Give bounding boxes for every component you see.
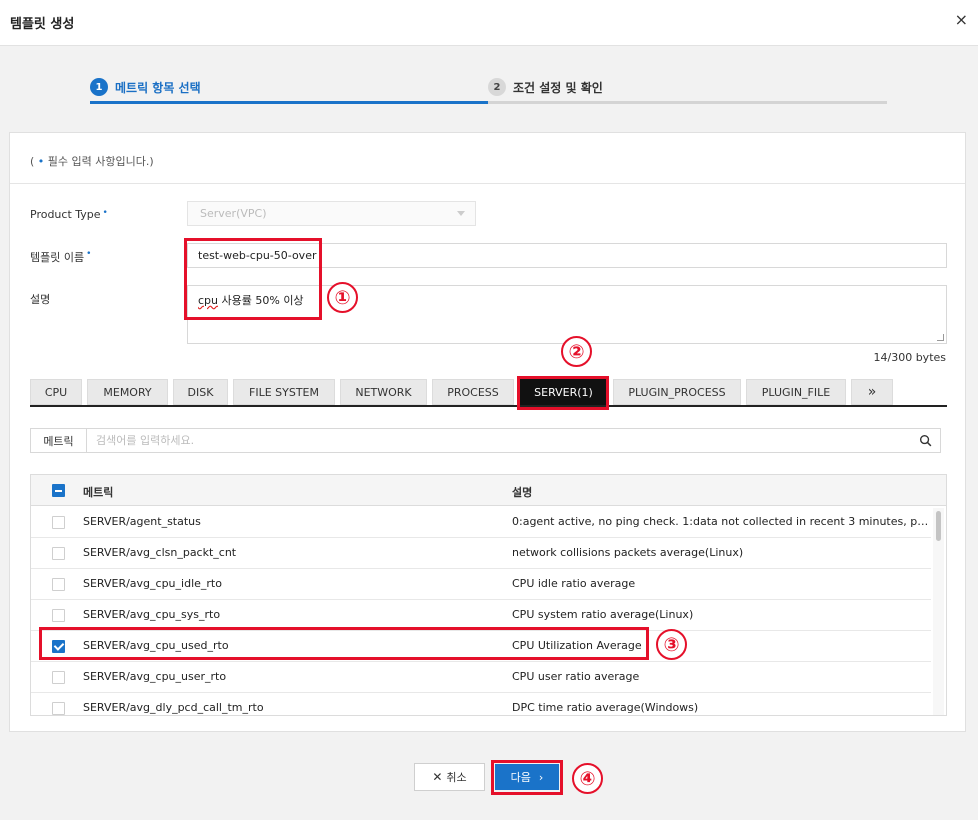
- template-name-label-text: 템플릿 이름: [30, 251, 85, 264]
- column-header-description: 설명: [512, 486, 533, 499]
- metric-name: SERVER/avg_cpu_used_rto: [83, 639, 229, 652]
- step-2-label: 조건 설정 및 확인: [513, 80, 603, 95]
- step-progress-inactive: [488, 101, 887, 104]
- metric-name: SERVER/avg_cpu_user_rto: [83, 670, 227, 683]
- required-dot-icon: •: [102, 208, 108, 218]
- template-name-input[interactable]: [187, 243, 947, 268]
- product-type-value: Server(VPC): [200, 207, 267, 220]
- required-note-text: 필수 입력 사항입니다.): [44, 155, 154, 168]
- search-icon[interactable]: [919, 434, 932, 447]
- metric-description: CPU idle ratio average: [512, 577, 636, 590]
- row-checkbox[interactable]: [52, 578, 65, 591]
- step-1-label: 메트릭 항목 선택: [115, 80, 201, 95]
- next-button[interactable]: 다음 ›: [495, 764, 559, 790]
- step-2: 2 조건 설정 및 확인: [488, 74, 603, 100]
- tab-disk[interactable]: DISK: [173, 379, 228, 405]
- step-1: 1 메트릭 항목 선택: [90, 74, 201, 100]
- tab-network[interactable]: NETWORK: [340, 379, 427, 405]
- metric-name: SERVER/avg_cpu_sys_rto: [83, 608, 221, 621]
- row-checkbox[interactable]: [52, 609, 65, 622]
- table-row[interactable]: SERVER/avg_clsn_packt_cnt network collis…: [31, 538, 931, 569]
- required-note: ( • 필수 입력 사항입니다.): [30, 153, 154, 169]
- step-progress-active: [90, 101, 488, 104]
- byte-counter: 14/300 bytes: [873, 351, 947, 364]
- step-1-number: 1: [90, 78, 108, 96]
- tab-server[interactable]: SERVER(1): [520, 379, 607, 405]
- resize-handle-icon[interactable]: [937, 334, 944, 341]
- product-type-label-text: Product Type: [30, 208, 101, 221]
- tab-plugin-file[interactable]: PLUGIN_FILE: [746, 379, 846, 405]
- annotation-4: ④: [572, 763, 603, 794]
- table-row[interactable]: SERVER/avg_cpu_user_rto CPU user ratio a…: [31, 662, 931, 693]
- divider: [10, 183, 965, 184]
- tab-more-icon[interactable]: »: [851, 379, 893, 405]
- template-name-label: 템플릿 이름 •: [30, 249, 91, 265]
- metric-description: DPC time ratio average(Windows): [512, 701, 699, 714]
- step-indicator: 1 메트릭 항목 선택 2 조건 설정 및 확인: [90, 74, 887, 104]
- dialog-header: 템플릿 생성 ×: [0, 0, 978, 46]
- table-scrollbar[interactable]: [933, 508, 944, 715]
- dialog-title: 템플릿 생성: [10, 17, 75, 32]
- search-input[interactable]: [88, 429, 908, 452]
- tab-cpu[interactable]: CPU: [30, 379, 82, 405]
- metric-category-tabs: CPU MEMORY DISK FILE SYSTEM NETWORK PROC…: [30, 379, 947, 407]
- metric-name: SERVER/agent_status: [83, 515, 201, 528]
- metric-search: 메트릭: [30, 428, 941, 453]
- required-dot-icon: •: [86, 249, 92, 259]
- table-row[interactable]: SERVER/avg_cpu_idle_rto CPU idle ratio a…: [31, 569, 931, 600]
- close-icon: ✕: [432, 770, 443, 784]
- chevron-right-icon: ›: [538, 770, 544, 784]
- annotation-1: ①: [327, 282, 358, 313]
- annotation-3: ③: [656, 629, 687, 660]
- metric-description: CPU user ratio average: [512, 670, 640, 683]
- cancel-label: 취소: [446, 771, 467, 784]
- search-prefix-label: 메트릭: [31, 429, 87, 452]
- cancel-button[interactable]: ✕ 취소: [414, 763, 485, 791]
- row-checkbox[interactable]: [52, 702, 65, 715]
- description-text: 사용률 50% 이상: [218, 294, 304, 307]
- row-checkbox-checked[interactable]: [52, 640, 65, 653]
- chevron-down-icon: [457, 211, 465, 216]
- scroll-thumb[interactable]: [936, 511, 941, 541]
- row-checkbox[interactable]: [52, 671, 65, 684]
- form-panel: ( • 필수 입력 사항입니다.) Product Type • Server(V…: [9, 132, 966, 732]
- next-label: 다음: [510, 771, 531, 784]
- row-checkbox[interactable]: [52, 547, 65, 560]
- tab-file-system[interactable]: FILE SYSTEM: [233, 379, 335, 405]
- description-textarea[interactable]: cpu 사용률 50% 이상: [187, 285, 947, 344]
- metric-description: network collisions packets average(Linux…: [512, 546, 744, 559]
- table-row-selected[interactable]: SERVER/avg_cpu_used_rto CPU Utilization …: [31, 631, 931, 662]
- table-row[interactable]: SERVER/avg_cpu_sys_rto CPU system ratio …: [31, 600, 931, 631]
- metric-description: CPU Utilization Average: [512, 639, 642, 652]
- required-note-prefix: (: [30, 155, 38, 168]
- description-spellcheck-word: cpu: [198, 294, 219, 307]
- column-header-metric: 메트릭: [83, 486, 114, 499]
- row-checkbox[interactable]: [52, 516, 65, 529]
- tab-memory[interactable]: MEMORY: [87, 379, 168, 405]
- product-type-label: Product Type •: [30, 208, 108, 221]
- close-icon[interactable]: ×: [955, 12, 968, 28]
- metric-description: CPU system ratio average(Linux): [512, 608, 694, 621]
- metric-name: SERVER/avg_dly_pcd_call_tm_rto: [83, 701, 264, 714]
- table-header: 메트릭 설명: [31, 475, 946, 506]
- metric-description: 0:agent active, no ping check. 1:data no…: [512, 515, 930, 528]
- table-row[interactable]: SERVER/agent_status 0:agent active, no p…: [31, 507, 931, 538]
- tab-process[interactable]: PROCESS: [432, 379, 514, 405]
- tab-plugin-process[interactable]: PLUGIN_PROCESS: [613, 379, 741, 405]
- annotation-2: ②: [561, 336, 592, 367]
- product-type-select[interactable]: Server(VPC): [187, 201, 476, 226]
- metric-name: SERVER/avg_cpu_idle_rto: [83, 577, 222, 590]
- table-row[interactable]: SERVER/avg_dly_pcd_call_tm_rto DPC time …: [31, 693, 931, 715]
- description-label: 설명: [30, 293, 51, 306]
- select-all-checkbox[interactable]: [52, 484, 65, 497]
- metric-table: 메트릭 설명 SERVER/agent_status 0:agent activ…: [30, 474, 947, 716]
- metric-name: SERVER/avg_clsn_packt_cnt: [83, 546, 237, 559]
- step-2-number: 2: [488, 78, 506, 96]
